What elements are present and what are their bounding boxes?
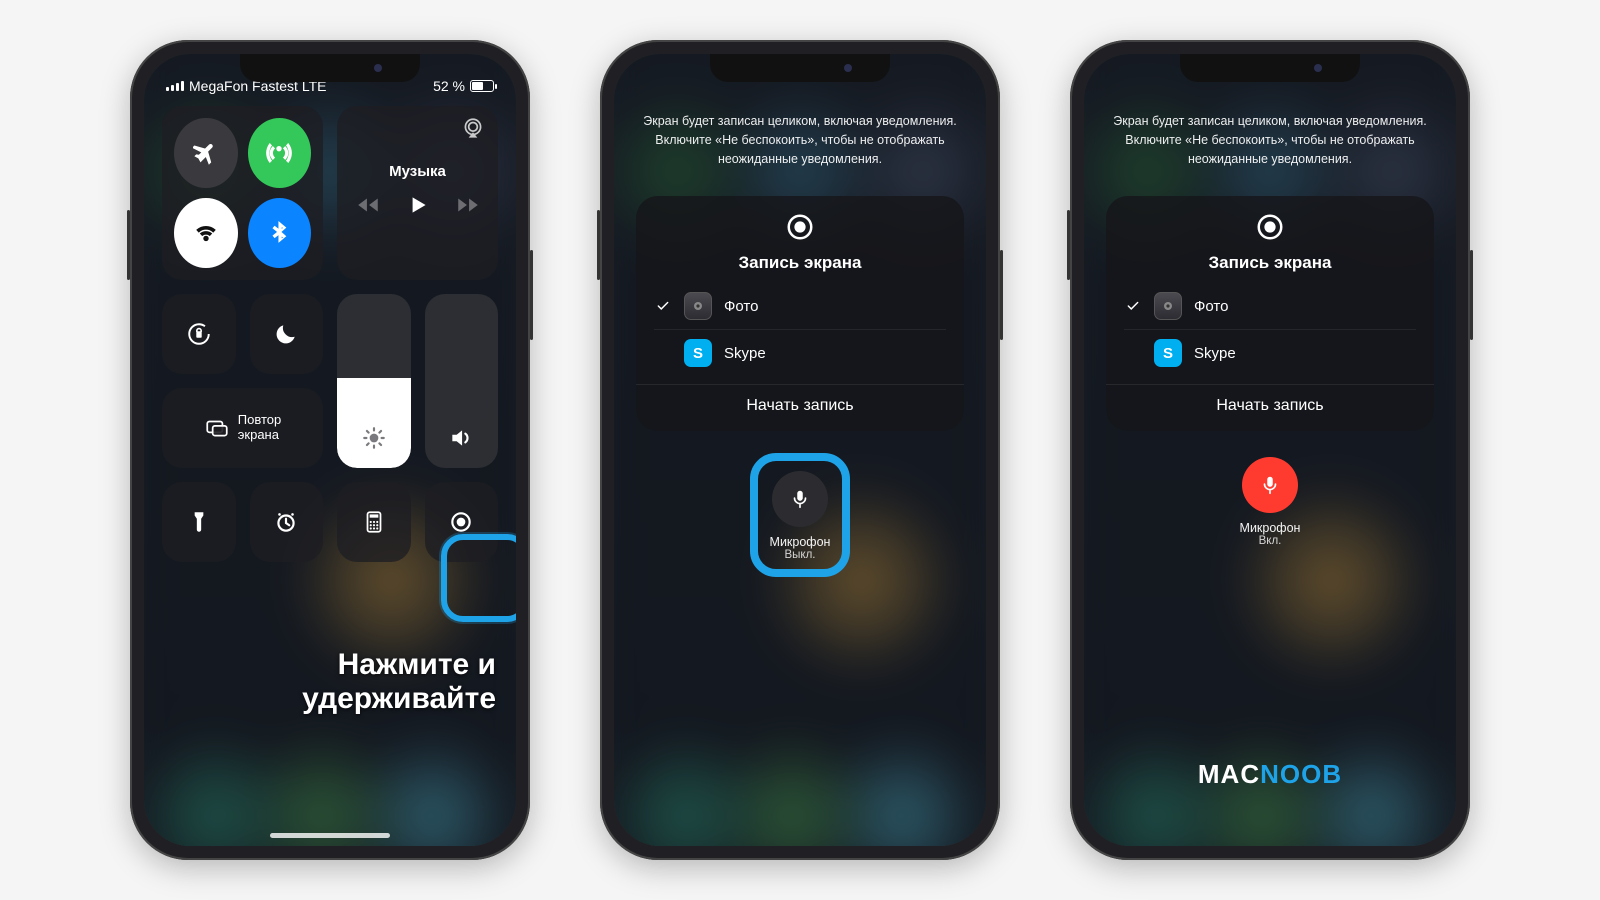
wifi-icon: [193, 220, 219, 246]
screen-mirroring-icon: [204, 415, 230, 441]
bluetooth-icon: [266, 220, 292, 246]
antenna-icon: [266, 140, 292, 166]
record-title: Запись экрана: [1106, 253, 1434, 273]
record-icon: [785, 212, 815, 242]
cellular-signal-icon: [166, 81, 184, 91]
home-indicator: [270, 833, 390, 838]
volume-slider[interactable]: [425, 294, 499, 468]
checkmark-icon: [654, 299, 672, 313]
photos-app-icon: [1154, 292, 1182, 320]
record-icon: [448, 509, 474, 535]
bluetooth-toggle[interactable]: [248, 198, 312, 268]
start-recording-button[interactable]: Начать запись: [636, 384, 964, 417]
media-play-button[interactable]: [405, 192, 431, 223]
microphone-label: Микрофон: [770, 535, 831, 549]
microphone-icon: [1259, 474, 1281, 496]
record-notice: Экран будет записан целиком, включая уве…: [1106, 112, 1434, 168]
record-destination-skype[interactable]: S Skype: [636, 330, 964, 376]
microphone-label: Микрофон: [1240, 521, 1301, 535]
microphone-state: Выкл.: [770, 549, 831, 561]
calculator-icon: [361, 509, 387, 535]
media-tile[interactable]: Музыка: [337, 106, 498, 280]
record-destination-label: Фото: [1194, 298, 1228, 315]
airplay-icon[interactable]: [460, 116, 486, 147]
record-destination-photo[interactable]: Фото: [636, 283, 964, 329]
record-card: Запись экрана Фото: [636, 196, 964, 431]
microphone-toggle[interactable]: [1242, 457, 1298, 513]
airplane-mode-toggle[interactable]: [174, 118, 238, 188]
timer-button[interactable]: [250, 482, 324, 562]
microphone-state: Вкл.: [1240, 535, 1301, 547]
record-destination-label: Skype: [1194, 345, 1236, 362]
watermark: MACNOOB: [1084, 759, 1456, 790]
record-notice: Экран будет записан целиком, включая уве…: [636, 112, 964, 168]
do-not-disturb-button[interactable]: [250, 294, 324, 374]
notch: [1180, 54, 1360, 82]
sun-icon: [361, 425, 387, 456]
orientation-lock-button[interactable]: [162, 294, 236, 374]
cellular-data-toggle[interactable]: [248, 118, 312, 188]
speaker-icon: [448, 425, 474, 456]
photos-app-icon: [684, 292, 712, 320]
phone-frame-1: MegaFon Fastest LTE 52 %: [130, 40, 530, 860]
microphone-toggle[interactable]: [772, 471, 828, 527]
notch: [710, 54, 890, 82]
connectivity-tile: [162, 106, 323, 280]
skype-app-icon: S: [684, 339, 712, 367]
notch: [240, 54, 420, 82]
media-prev-button[interactable]: [355, 192, 381, 223]
phone-frame-2: Экран будет записан целиком, включая уве…: [600, 40, 1000, 860]
screen-mirroring-button[interactable]: Повтор экрана: [162, 388, 323, 468]
checkmark-icon: [1124, 299, 1142, 313]
battery-icon: [470, 80, 494, 92]
record-destination-label: Skype: [724, 345, 766, 362]
record-destination-label: Фото: [724, 298, 758, 315]
airplane-icon: [193, 140, 219, 166]
media-title: Музыка: [389, 163, 446, 180]
record-icon: [1255, 212, 1285, 242]
record-card: Запись экрана Фото: [1106, 196, 1434, 431]
calculator-button[interactable]: [337, 482, 411, 562]
flashlight-button[interactable]: [162, 482, 236, 562]
media-next-button[interactable]: [455, 192, 481, 223]
phone-frame-3: Экран будет записан целиком, включая уве…: [1070, 40, 1470, 860]
wifi-toggle[interactable]: [174, 198, 238, 268]
flashlight-icon: [186, 509, 212, 535]
record-destination-skype[interactable]: S Skype: [1106, 330, 1434, 376]
instruction-caption: Нажмите и удерживайте: [144, 648, 496, 716]
alarm-icon: [273, 509, 299, 535]
orientation-lock-icon: [186, 321, 212, 347]
record-destination-photo[interactable]: Фото: [1106, 283, 1434, 329]
brightness-slider[interactable]: [337, 294, 411, 468]
start-recording-button[interactable]: Начать запись: [1106, 384, 1434, 417]
screen-mirroring-label: Повтор экрана: [238, 413, 281, 443]
record-title: Запись экрана: [636, 253, 964, 273]
battery-percent: 52 %: [433, 78, 465, 94]
moon-icon: [273, 321, 299, 347]
skype-app-icon: S: [1154, 339, 1182, 367]
microphone-icon: [789, 488, 811, 510]
screen-record-button[interactable]: [425, 482, 499, 562]
